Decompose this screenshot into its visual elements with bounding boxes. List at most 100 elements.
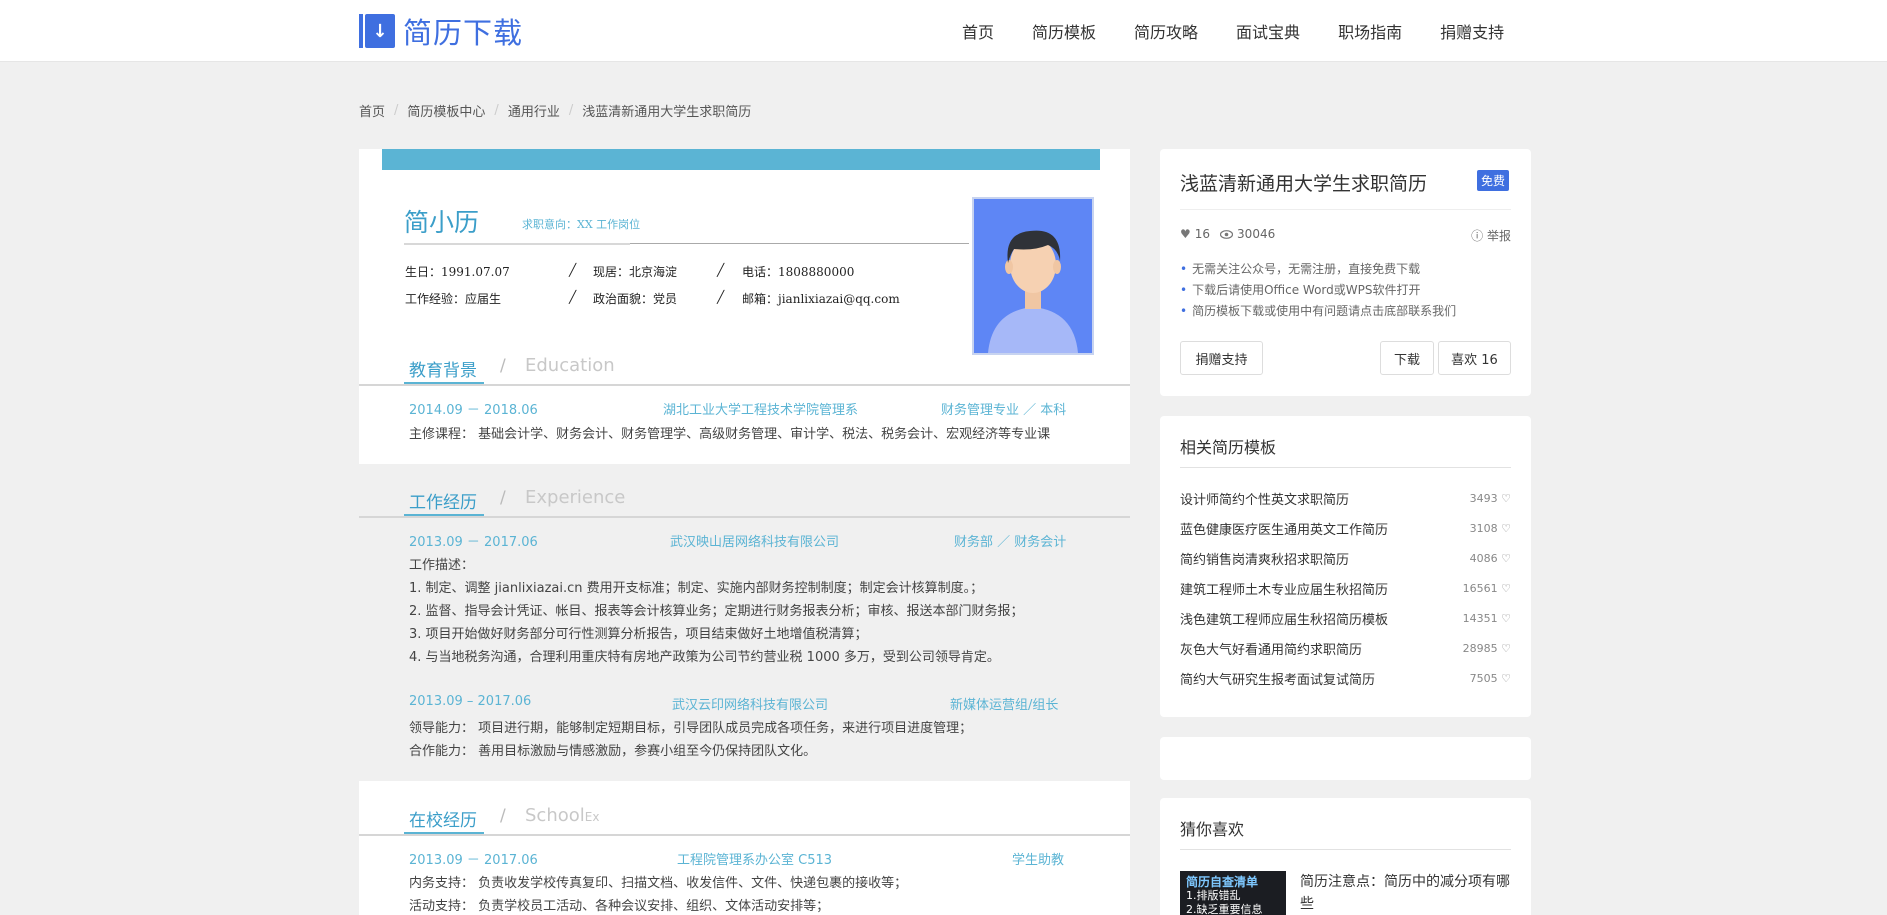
info-birth: 生日：1991.07.07 [405,265,510,279]
breadcrumb-template-center[interactable]: 简历模板中心 [407,101,485,120]
related-templates-card: 相关简历模板 设计师简约个性英文求职简历 3493 ♡ 蓝色健康医疗医生通用英文工… [1160,416,1531,717]
related-item[interactable]: 浅色建筑工程师应届生秋招简历模板 14351 ♡ [1180,608,1511,628]
job1-item: 3. 项目开始做好财务部分可行性测算分析报告，项目结束做好土地增值税清算； [409,627,868,642]
job1-item: 4. 与当地税务沟通，合理利用重庆特有房地产政策为公司节约营业税 1000 多万… [409,650,1000,665]
work-divider [359,516,1130,518]
recommend-card: 猜你喜欢 简历自查清单 1.排版错乱 2.缺乏重要信息 简历注意点：简历中的减分… [1160,798,1531,915]
work-sep: / [500,488,506,508]
like-button[interactable]: 喜欢 16 [1438,341,1511,375]
school-date: 2013.09 － 2017.06 [409,853,538,868]
heart-outline-icon: ♡ [1501,551,1511,565]
heart-outline-icon: ♡ [1501,671,1511,685]
related-item[interactable]: 灰色大气好看通用简约求职简历 28985 ♡ [1180,638,1511,658]
edu-courses: 主修课程： 基础会计学、财务会计、财务管理学、高级财务管理、审计学、税法、税务会… [409,427,1051,442]
related-item[interactable]: 建筑工程师土木专业应届生秋招简历 16561 ♡ [1180,578,1511,598]
job2-role: 新媒体运营组/组长 [950,698,1059,713]
heart-outline-icon: ♡ [1501,641,1511,655]
download-button[interactable]: 下载 [1380,341,1434,375]
work-en: Experience [525,487,626,508]
site-logo[interactable]: ↓ 简历下载 [359,14,523,50]
education-en: Education [525,355,615,376]
template-stats: ♥ 16 30046 [1180,227,1275,241]
related-item[interactable]: 设计师简约个性英文求职简历 3493 ♡ [1180,488,1511,508]
related-title: 相关简历模板 [1180,438,1277,457]
like-count: 16 [1194,227,1211,241]
resume-intent: 求职意向：XX 工作岗位 [522,218,641,231]
free-badge: 免费 [1477,170,1510,191]
article-thumbnail[interactable]: 简历自查清单 1.排版错乱 2.缺乏重要信息 [1180,871,1286,915]
info-slash: ╱ [569,263,577,277]
header-divider [630,243,969,244]
name-underline [404,243,630,245]
job1-item: 2. 监督、指导会计凭证、帐目、报表等会计核算业务；定期进行财务报表分析；审核、… [409,604,1024,619]
job1-date: 2013.09 － 2017.06 [409,535,538,550]
info-email: 邮箱：jianlixiazai@qq.com [742,292,900,306]
job1-role: 财务部 ／ 财务会计 [954,535,1067,550]
info-location: 现居：北京海淀 [593,265,678,279]
heart-outline-icon: ♡ [1501,581,1511,595]
job2-item: 领导能力： 项目进行期，能够制定短期目标，引导团队成员完成各项任务，来进行项目进… [409,721,973,736]
info-experience: 工作经验：应届生 [405,292,502,306]
education-divider [359,384,1130,386]
info-slash: ╱ [717,290,725,304]
breadcrumb-home[interactable]: 首页 [359,101,385,120]
person-avatar-icon [988,230,1078,353]
report-link[interactable]: ⓘ 举报 [1471,227,1511,244]
heart-outline-icon: ♡ [1501,491,1511,505]
work-title: 工作经历 [409,493,477,513]
main-nav: 首页 简历模板 简历攻略 面试宝典 职场指南 捐赠支持 [962,0,1504,62]
info-slash: ╱ [569,290,577,304]
nav-interview[interactable]: 面试宝典 [1236,19,1300,43]
school-role: 学生助教 [1012,853,1065,868]
heart-outline-icon: ♡ [1501,611,1511,625]
note-item: 简历模板下载或使用中有问题请点击底部联系我们 [1180,301,1456,322]
edu-major: 财务管理专业 ／ 本科 [941,403,1067,418]
school-title: 在校经历 [409,811,477,831]
resume-preview: 简小历 求职意向：XX 工作岗位 生日：1991.07.07 ╱ 现居：北京海淀… [359,149,1130,915]
nav-home[interactable]: 首页 [962,19,994,43]
school-item: 活动支持： 负责学校员工活动、各种会议安排、组织、文体活动安排等； [409,899,830,914]
recommend-title: 猜你喜欢 [1180,820,1245,839]
download-notes: 无需关注公众号，无需注册，直接免费下载 下载后请使用Office Word或WP… [1180,259,1456,322]
info-circle-icon: ⓘ [1471,229,1484,243]
eye-icon [1220,229,1234,239]
template-detail-card: 浅蓝清新通用大学生求职简历 免费 ♥ 16 30046 ⓘ 举报 无需关注公众号… [1160,149,1531,396]
related-item[interactable]: 简约大气研究生报考面试复试简历 7505 ♡ [1180,668,1511,688]
nav-templates[interactable]: 简历模板 [1032,19,1096,43]
education-sep: / [500,356,506,376]
edu-school: 湖北工业大学工程技术学院管理系 [663,403,859,418]
related-item[interactable]: 蓝色健康医疗医生通用英文工作简历 3108 ♡ [1180,518,1511,538]
heart-icon: ♥ [1180,227,1191,241]
info-phone: 电话：1808880000 [742,265,855,279]
job1-item: 1. 制定、调整 jianlixiazai.cn 费用开支标准；制定、实施内部财… [409,581,984,596]
site-header: ↓ 简历下载 首页 简历模板 简历攻略 面试宝典 职场指南 捐赠支持 [0,0,1887,62]
school-place: 工程院管理系办公室 C513 [677,853,833,868]
school-sep: / [500,806,506,826]
edu-date: 2014.09 － 2018.06 [409,403,538,418]
breadcrumb-category[interactable]: 通用行业 [508,101,560,120]
job2-item: 合作能力： 善用目标激励与情感激励，参赛小组至今仍保持团队文化。 [409,744,817,759]
heart-outline-icon: ♡ [1501,521,1511,535]
view-count: 30046 [1237,227,1276,241]
donate-button[interactable]: 捐赠支持 [1180,341,1263,375]
related-item[interactable]: 简约销售岗清爽秋招求职简历 4086 ♡ [1180,548,1511,568]
nav-donate[interactable]: 捐赠支持 [1440,19,1504,43]
logo-text: 简历下载 [403,16,524,50]
resume-name: 简小历 [404,208,480,237]
school-en: SchoolEx [525,805,600,826]
template-title: 浅蓝清新通用大学生求职简历 [1180,173,1428,195]
avatar-photo [972,197,1094,355]
info-slash: ╱ [717,263,725,277]
nav-guides[interactable]: 简历攻略 [1134,19,1198,43]
job2-company: 武汉云印网络科技有限公司 [672,698,829,713]
info-politics: 政治面貌：党员 [593,292,678,306]
school-item: 内务支持： 负责收发学校传真复印、扫描文档、收发信件、文件、快递包裹的接收等； [409,876,908,891]
note-item: 下载后请使用Office Word或WPS软件打开 [1180,280,1456,301]
blank-card [1160,737,1531,780]
school-divider [359,834,1130,836]
download-logo-icon: ↓ [359,14,395,48]
education-title: 教育背景 [409,361,477,381]
note-item: 无需关注公众号，无需注册，直接免费下载 [1180,259,1456,280]
nav-career[interactable]: 职场指南 [1338,19,1402,43]
article-title[interactable]: 简历注意点：简历中的减分项有哪些 [1300,871,1511,915]
